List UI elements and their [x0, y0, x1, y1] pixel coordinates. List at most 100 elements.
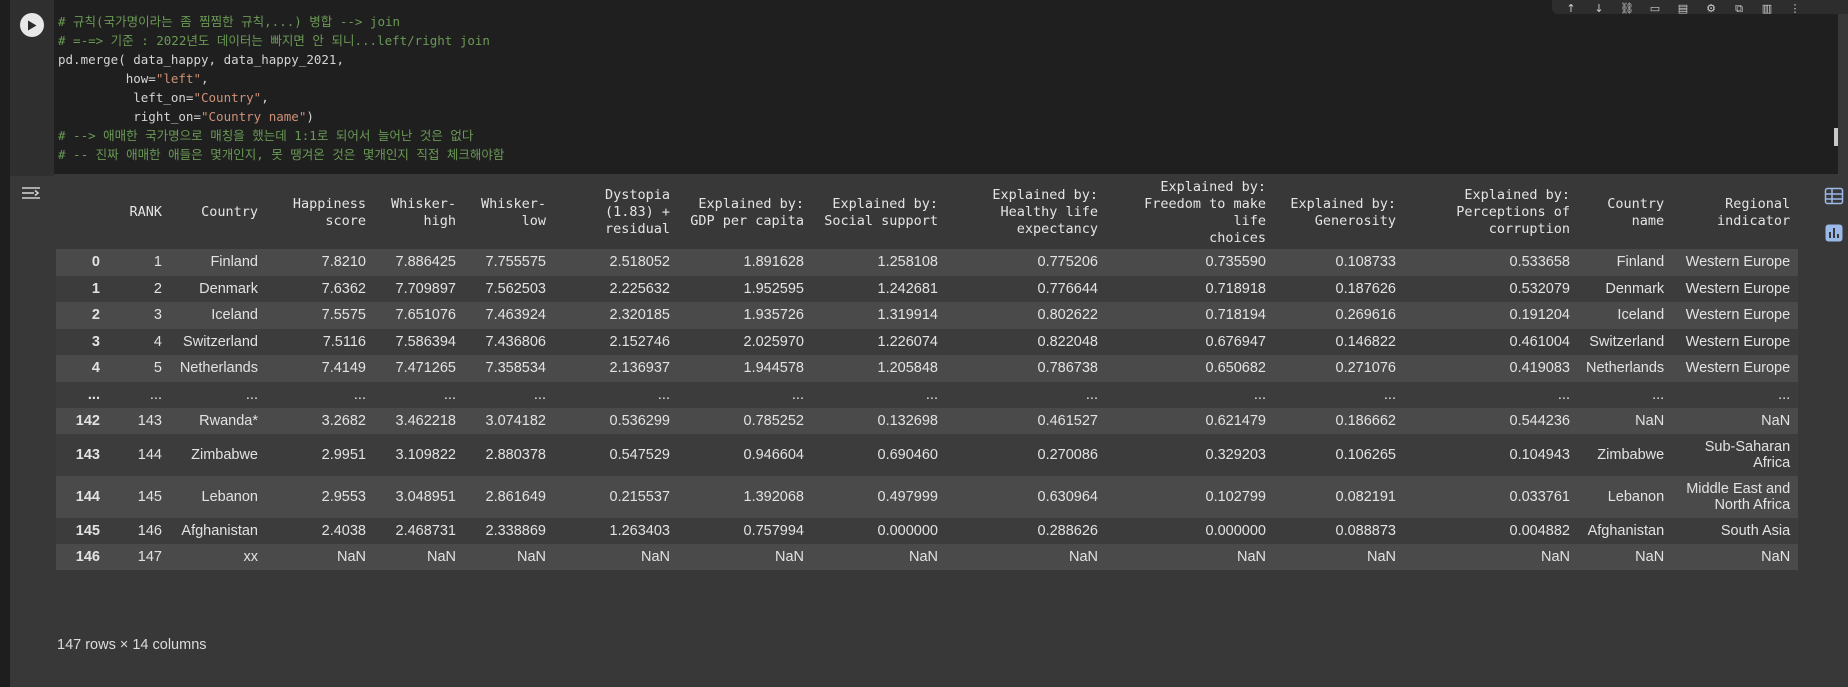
- column-header-line: choices: [1209, 229, 1266, 246]
- code-line: # --> 애매한 국가명으로 매칭을 했는데 1:1로 되어서 늘어난 것은 …: [58, 126, 504, 145]
- editor-settings-icon[interactable]: ▤: [1676, 3, 1690, 14]
- code-line: left_on="Country",: [58, 88, 504, 107]
- table-cell: 0.088873: [1335, 522, 1396, 539]
- column-header[interactable]: Explained by: Healthy life expectancy: [946, 176, 1106, 249]
- table-cell: 0.461004: [1509, 333, 1570, 350]
- table-row: 0 1 Finland 7.8210 7.886425 7.755575 2.518052 1…: [56, 249, 1799, 276]
- cell-text-line: Middle East and: [1686, 480, 1791, 497]
- more-options-icon[interactable]: ⋮: [1788, 3, 1802, 14]
- link-icon[interactable]: ⛓: [1620, 3, 1634, 14]
- chart-suggest-icon[interactable]: [1824, 223, 1844, 243]
- run-cell-button[interactable]: [20, 13, 44, 37]
- table-cell: Finland: [1616, 254, 1665, 271]
- table-cell: 0.270086: [1037, 446, 1098, 463]
- code-token: left_on=: [58, 90, 194, 105]
- row-index: 4: [91, 360, 100, 377]
- dataframe-table: RANK Country Happiness score Whisker-high Whi…: [56, 176, 1799, 570]
- table-cell: 0.757994: [743, 522, 804, 539]
- code-token: # =-=> 기준 : 2022년도 데이터는 빠지면 안 되니...left/…: [58, 33, 490, 48]
- table-cell: 1.205848: [877, 360, 938, 377]
- table-cell: Switzerland: [1589, 333, 1665, 350]
- table-cell: 2.152746: [609, 333, 670, 350]
- editor-scrollbar[interactable]: [1834, 128, 1838, 146]
- table-row: 144 145 Lebanon 2.9553 3.048951 2.861649 0.215…: [56, 475, 1799, 518]
- column-header-line: RANK: [129, 204, 162, 220]
- column-header[interactable]: Dystopia (1.83) + residual: [554, 176, 678, 249]
- table-cell: Rwanda*: [199, 412, 258, 429]
- column-header-line: Social support: [824, 212, 938, 229]
- column-header-line: expectancy: [1016, 221, 1098, 237]
- code-token: "Country": [193, 90, 262, 105]
- column-header[interactable]: Country: [170, 176, 266, 249]
- code-line: # -- 진짜 애매한 애들은 몇개인지, 못 땡겨온 것은 몇개인지 직접 체…: [58, 145, 504, 164]
- column-header[interactable]: Explained by: Freedom to make life choices: [1106, 176, 1274, 249]
- mirror-cell-icon[interactable]: ⧉: [1732, 3, 1746, 14]
- gear-icon[interactable]: ⚙: [1704, 3, 1718, 14]
- column-header-line: name: [1631, 212, 1665, 229]
- column-header[interactable]: Country name: [1578, 176, 1672, 249]
- table-cell: 3.048951: [395, 488, 456, 505]
- table-cell: NaN: [1761, 548, 1791, 565]
- table-cell: 2.320185: [609, 307, 670, 324]
- row-index: ...: [87, 386, 100, 403]
- table-view-icon[interactable]: [1824, 186, 1844, 206]
- output-actions-icon[interactable]: [20, 182, 42, 204]
- table-cell: 0.690460: [877, 446, 938, 463]
- table-cell: 7.586394: [395, 333, 456, 350]
- table-cell: Western Europe: [1685, 307, 1791, 324]
- table-cell: 2.468731: [395, 522, 456, 539]
- table-cell: 0.187626: [1335, 280, 1396, 297]
- column-header[interactable]: Explained by: GDP per capita: [678, 176, 812, 249]
- table-cell: Iceland: [1617, 307, 1665, 324]
- table-cell: NaN: [1635, 548, 1665, 565]
- table-cell: 0.102799: [1205, 488, 1266, 505]
- column-header[interactable]: [56, 176, 108, 249]
- table-cell: 7.358534: [485, 360, 546, 377]
- cell-output: RANK Country Happiness score Whisker-high Whi…: [56, 176, 1810, 570]
- code-token: ): [306, 109, 314, 124]
- table-cell: xx: [243, 548, 259, 565]
- column-header[interactable]: Happiness score: [266, 176, 374, 249]
- column-header[interactable]: Whisker-low: [464, 176, 554, 249]
- column-header[interactable]: Explained by: Perceptions of corruption: [1404, 176, 1578, 249]
- table-cell: NaN: [640, 548, 670, 565]
- table-cell: NaN: [1366, 548, 1396, 565]
- table-cell: NaN: [774, 548, 804, 565]
- table-cell: NaN: [908, 548, 938, 565]
- table-cell: Western Europe: [1685, 254, 1791, 271]
- code-token: ,: [261, 90, 269, 105]
- table-cell: NaN: [1236, 548, 1266, 565]
- move-down-icon[interactable]: ↓: [1592, 3, 1606, 14]
- table-cell: 0.146822: [1335, 333, 1396, 350]
- comment-icon[interactable]: ▭: [1648, 3, 1662, 14]
- table-cell: 0.544236: [1509, 412, 1570, 429]
- column-header[interactable]: RANK: [108, 176, 170, 249]
- table-cell: NaN: [1540, 548, 1570, 565]
- table-cell: 7.4149: [321, 360, 366, 377]
- column-header[interactable]: Regional indicator: [1672, 176, 1798, 249]
- code-text[interactable]: # 규칙(국가명이라는 좀 찜찜한 규칙,...) 병합 --> join # =…: [58, 12, 504, 164]
- column-header[interactable]: Explained by: Generosity: [1274, 176, 1404, 249]
- column-header-line: high: [423, 212, 456, 229]
- table-cell: 2: [153, 280, 162, 297]
- table-cell: 0.776644: [1037, 280, 1098, 297]
- column-header[interactable]: Explained by: Social support: [812, 176, 946, 249]
- table-cell: 2.136937: [609, 360, 670, 377]
- table-row: 1 2 Denmark 7.6362 7.709897 7.562503 2.225632 1…: [56, 275, 1799, 302]
- table-cell: 1.935726: [743, 307, 804, 324]
- table-cell: 3.074182: [485, 412, 546, 429]
- table-cell: 7.463924: [485, 307, 546, 324]
- code-token: right_on=: [58, 109, 201, 124]
- table-cell: 0.676947: [1205, 333, 1266, 350]
- table-cell: Switzerland: [183, 333, 258, 350]
- column-header-line: GDP per capita: [690, 212, 804, 229]
- table-row: 143 144 Zimbabwe 2.9951 3.109822 2.880378 0.54…: [56, 433, 1799, 476]
- move-up-icon[interactable]: ↑: [1564, 3, 1578, 14]
- table-cell: Afghanistan: [1587, 522, 1665, 539]
- table-cell: NaN: [336, 548, 366, 565]
- table-cell: ...: [353, 386, 366, 403]
- delete-icon[interactable]: ▥: [1760, 3, 1774, 14]
- column-header[interactable]: Whisker-high: [374, 176, 464, 249]
- column-header-line: low: [521, 212, 546, 229]
- table-header-row: RANK Country Happiness score Whisker-high Whi…: [56, 176, 1798, 249]
